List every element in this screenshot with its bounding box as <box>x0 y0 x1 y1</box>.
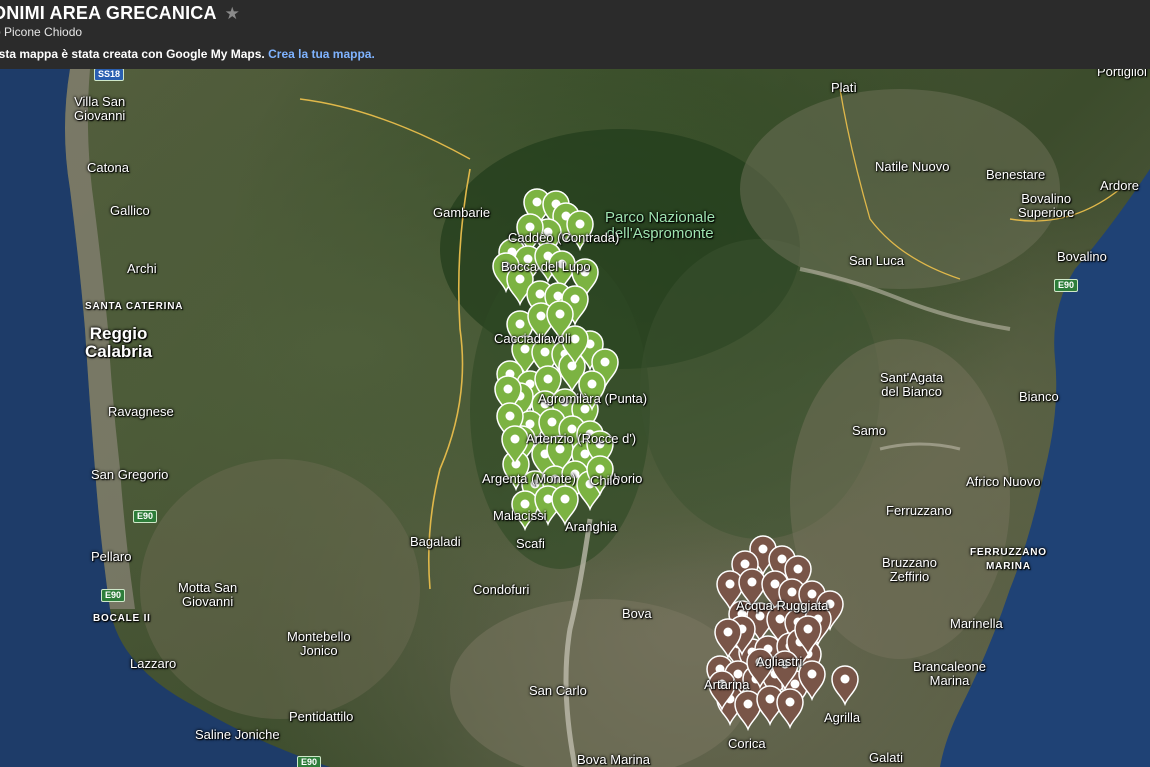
title-row: ONIMI AREA GRECANICA ★ <box>0 3 240 24</box>
marker-label[interactable]: Agrilla <box>824 711 860 725</box>
marker-label[interactable]: Aranghia <box>565 520 617 534</box>
marker-label[interactable]: Agliastri <box>756 655 802 669</box>
marker-label[interactable]: Agromilàra (Punta) <box>538 392 647 406</box>
notice-text: esta mappa è stata creata con Google My … <box>0 47 265 61</box>
my-maps-notice: esta mappa è stata creata con Google My … <box>0 47 375 61</box>
star-icon[interactable]: ★ <box>225 4 240 24</box>
satellite-map[interactable]: SS18 E90 E90 E90 E90 Villa San Giovanni C… <box>0 69 1150 767</box>
marker-label[interactable]: Cacciadiavoli <box>494 332 571 346</box>
marker-label[interactable]: Malacissi <box>493 509 546 523</box>
map-marker-brown[interactable] <box>776 688 804 730</box>
map-header: ONIMI AREA GRECANICA ★ o Picone Chiodo e… <box>0 0 1150 69</box>
marker-label[interactable]: Argenta (Monte) <box>482 472 576 486</box>
map-author[interactable]: o Picone Chiodo <box>0 25 82 39</box>
map-title[interactable]: ONIMI AREA GRECANICA <box>0 3 217 24</box>
marker-layer <box>492 188 859 732</box>
marker-label[interactable]: Artenzio (Rocce d') <box>526 432 636 446</box>
marker-label[interactable]: Chilò <box>590 474 620 488</box>
marker-label[interactable]: Artarina <box>704 678 750 692</box>
marker-label[interactable]: Bocca del Lupo <box>501 260 591 274</box>
create-map-link[interactable]: Crea la tua mappa. <box>268 47 375 61</box>
marker-label[interactable]: Acqua Ruggiata <box>736 599 829 613</box>
marker-label[interactable]: Corica <box>728 737 766 751</box>
map-marker-brown[interactable] <box>831 665 859 707</box>
marker-label[interactable]: Caddèo (Contrada) <box>508 231 619 245</box>
